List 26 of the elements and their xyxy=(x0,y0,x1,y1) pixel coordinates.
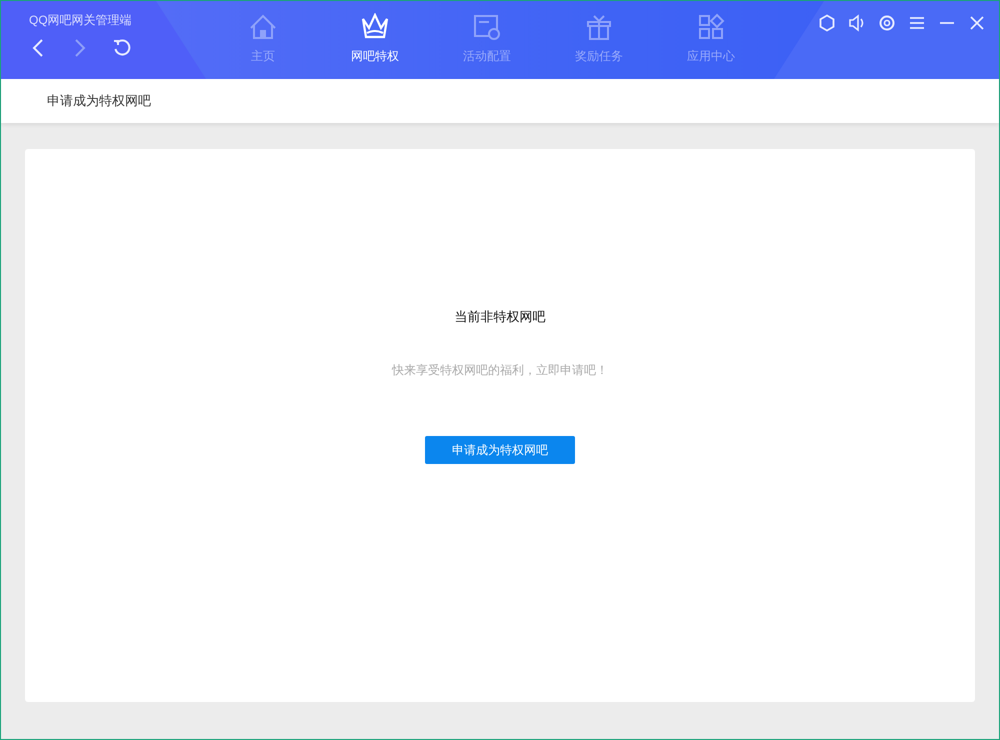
minimize-icon xyxy=(940,22,954,24)
nav-tab[interactable]: 主页 xyxy=(207,1,319,79)
hexagon-button[interactable] xyxy=(817,13,837,33)
speaker-icon xyxy=(848,14,866,32)
hexagon-icon xyxy=(818,14,836,32)
gift-icon xyxy=(585,13,613,41)
nav-tab[interactable]: 应用中心 xyxy=(655,1,767,79)
status-message: 快来享受特权网吧的福利，立即申请吧！ xyxy=(392,362,608,378)
refresh-button[interactable] xyxy=(113,39,131,57)
nav-tab[interactable]: 网吧特权 xyxy=(319,1,431,79)
status-title: 当前非特权网吧 xyxy=(454,308,546,326)
close-icon xyxy=(968,14,986,32)
page-heading: 申请成为特权网吧 xyxy=(47,92,151,110)
settings-icon xyxy=(878,14,896,32)
window-title: QQ网吧网关管理端 xyxy=(29,12,133,29)
settings-button[interactable] xyxy=(877,13,897,33)
refresh-icon xyxy=(113,39,131,57)
house-icon xyxy=(249,13,277,41)
nav-tab[interactable]: 奖励任务 xyxy=(543,1,655,79)
nav-tab[interactable]: 活动配置 xyxy=(431,1,543,79)
apply-button[interactable]: 申请成为特权网吧 xyxy=(425,436,575,464)
forward-icon xyxy=(74,39,86,57)
back-icon xyxy=(32,39,44,57)
crown-icon xyxy=(361,13,389,41)
menu-icon xyxy=(908,14,926,32)
grid-icon xyxy=(697,13,725,41)
